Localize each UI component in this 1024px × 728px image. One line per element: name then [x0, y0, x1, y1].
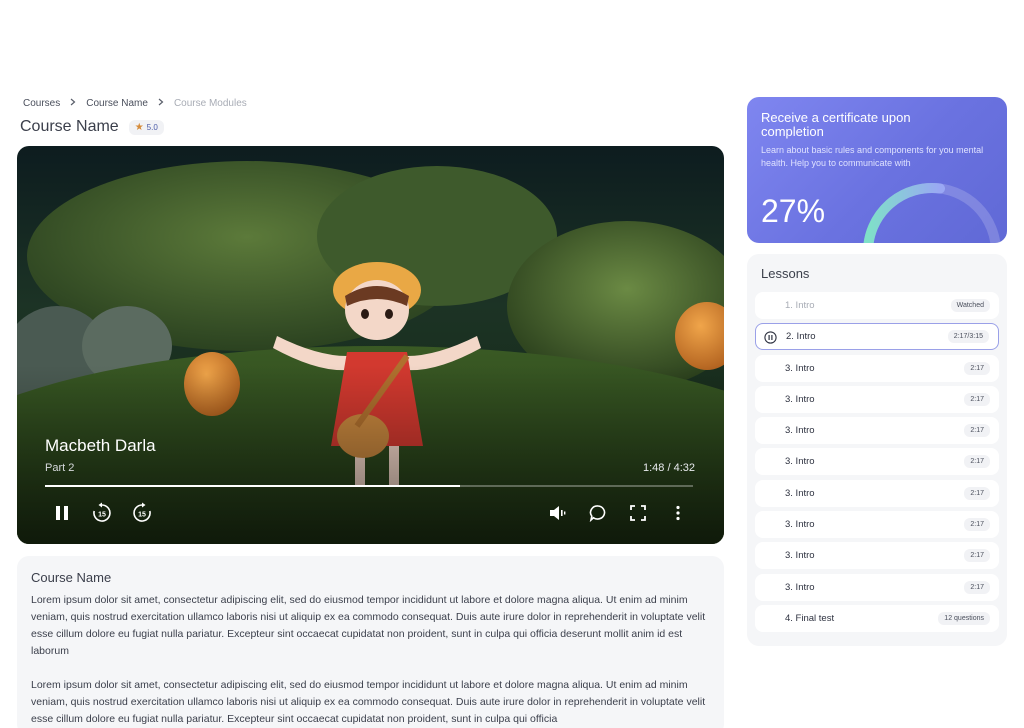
lesson-label: 2. Intro	[786, 331, 816, 343]
lesson-badge: 12 questions	[938, 611, 990, 625]
lesson-badge: 2:17	[964, 580, 990, 594]
lesson-item[interactable]: 3. Intro 2:17	[755, 448, 999, 476]
lesson-item[interactable]: 3. Intro 2:17	[755, 417, 999, 445]
lesson-badge: 2:17	[964, 424, 990, 438]
fullscreen-button[interactable]	[625, 502, 651, 528]
lesson-item[interactable]: 3. Intro 2:17	[755, 385, 999, 413]
lesson-label: 3. Intro	[785, 550, 815, 562]
title-row: Course Name ★ 5.0	[20, 118, 164, 136]
subtitles-button[interactable]	[585, 502, 611, 528]
video-player[interactable]: Macbeth Darla Part 2 1:48 / 4:32 15 15	[17, 146, 724, 544]
lesson-badge: 2:17	[964, 392, 990, 406]
lesson-item[interactable]: 3. Intro 2:17	[755, 511, 999, 539]
lesson-badge: 2:17/3:15	[947, 330, 989, 344]
rating-badge: ★ 5.0	[128, 119, 164, 135]
lesson-item[interactable]: 4. Final test 12 questions	[755, 604, 999, 632]
chat-icon	[589, 504, 607, 527]
lesson-badge: 2:17	[964, 361, 990, 375]
lesson-list: 1. Intro Watched 2. Intro 2:17/3:15 3. Int…	[755, 292, 999, 636]
certificate-title: Receive a certificate upon completion	[761, 110, 911, 139]
replay-15-icon: 15	[91, 502, 113, 529]
pause-icon	[764, 331, 777, 344]
star-icon: ★	[134, 121, 144, 133]
page-title: Course Name	[20, 118, 119, 135]
chevron-right-icon	[70, 98, 76, 109]
lesson-label: 1. Intro	[785, 300, 815, 311]
lesson-badge: 2:17	[964, 549, 990, 563]
breadcrumb-course-name[interactable]: Course Name	[86, 98, 148, 109]
breadcrumb-courses[interactable]: Courses	[23, 98, 60, 109]
lesson-label: 3. Intro	[785, 519, 815, 531]
lesson-label: 3. Intro	[785, 487, 815, 499]
lessons-panel: Lessons 1. Intro Watched 2. Intro 2:17/3:1…	[747, 254, 1007, 646]
more-vertical-icon	[675, 505, 681, 526]
chevron-right-icon	[158, 98, 164, 109]
certificate-card: Receive a certificate upon completion Le…	[747, 97, 1007, 243]
svg-text:15: 15	[98, 511, 106, 518]
video-title: Macbeth Darla	[45, 436, 156, 455]
description-paragraph: Lorem ipsum dolor sit amet, consectetur …	[31, 594, 706, 657]
course-description: Course Name Lorem ipsum dolor sit amet, …	[17, 556, 724, 728]
lesson-label: 3. Intro	[785, 581, 815, 593]
video-progress-bar[interactable]	[45, 485, 693, 487]
video-progress-fill	[45, 485, 460, 487]
lesson-item[interactable]: 1. Intro Watched	[755, 292, 999, 319]
lesson-badge: 2:17	[964, 518, 990, 532]
lesson-badge: 2:17	[964, 455, 990, 469]
description-paragraph: Lorem ipsum dolor sit amet, consectetur …	[31, 679, 706, 725]
pause-icon	[55, 505, 69, 526]
replay-15-button[interactable]: 15	[89, 502, 115, 528]
rating-value: 5.0	[146, 122, 158, 132]
lesson-item[interactable]: 3. Intro 2:17	[755, 354, 999, 382]
lesson-label: 3. Intro	[785, 393, 815, 405]
certificate-text: Learn about basic rules and components f…	[761, 145, 984, 168]
video-subtitle: Part 2	[45, 462, 75, 474]
lesson-item[interactable]: 3. Intro 2:17	[755, 479, 999, 507]
breadcrumb-current: Course Modules	[173, 98, 247, 109]
breadcrumb: Courses Course Name Course Modules	[23, 98, 247, 109]
pause-button[interactable]	[49, 502, 75, 528]
video-controls: 15 15	[17, 502, 724, 528]
lesson-label: 3. Intro	[785, 425, 815, 437]
lesson-label: 4. Final test	[785, 612, 835, 624]
lesson-item[interactable]: 3. Intro 2:17	[755, 573, 999, 601]
volume-icon	[549, 505, 567, 526]
description-title: Course Name	[31, 570, 112, 585]
lesson-item[interactable]: 2. Intro 2:17/3:15	[755, 323, 999, 351]
more-button[interactable]	[665, 502, 691, 528]
volume-button[interactable]	[545, 502, 571, 528]
lesson-badge: Watched	[950, 299, 990, 312]
lesson-item[interactable]: 3. Intro 2:17	[755, 542, 999, 570]
forward-15-icon: 15	[131, 502, 153, 529]
lessons-title: Lessons	[761, 266, 810, 281]
certificate-percent: 27%	[761, 193, 826, 229]
fullscreen-icon	[630, 504, 646, 526]
lesson-badge: 2:17	[964, 486, 990, 500]
lesson-label: 3. Intro	[785, 456, 815, 468]
svg-text:15: 15	[138, 511, 146, 518]
lesson-label: 3. Intro	[785, 362, 815, 374]
forward-15-button[interactable]: 15	[129, 502, 155, 528]
video-time: 1:48 / 4:32	[643, 462, 695, 474]
